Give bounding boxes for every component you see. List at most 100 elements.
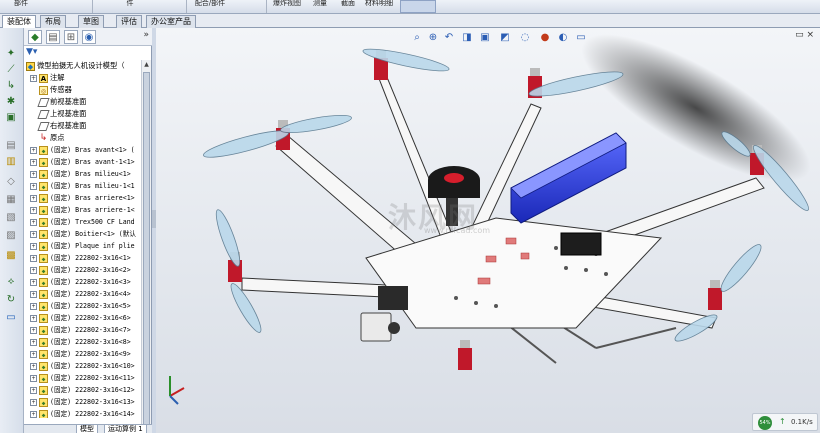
tree-component[interactable]: + ◆ (固定) 222802-3x16<11>	[30, 372, 135, 384]
expand-icon[interactable]: +	[30, 242, 37, 250]
property-manager-tab-icon[interactable]: ▤	[46, 30, 60, 44]
insert-component-icon[interactable]: ✦	[4, 48, 18, 60]
scrollbar-thumb[interactable]	[143, 72, 150, 427]
expand-icon[interactable]: +	[30, 374, 37, 382]
interference-icon[interactable]: ⟡	[4, 276, 18, 288]
expand-icon[interactable]: +	[30, 362, 37, 370]
mate-icon[interactable]: ⟋	[4, 64, 18, 76]
expand-icon[interactable]: +	[30, 302, 37, 310]
filter-icon[interactable]: ▼▾	[26, 47, 46, 59]
feature-tree-tab-icon[interactable]: ◆	[28, 30, 42, 44]
ribbon-item-mate[interactable]: 配合/部件	[194, 0, 226, 13]
explode-line-icon[interactable]: ▩	[4, 250, 18, 262]
expand-icon[interactable]: +	[30, 338, 37, 346]
bottom-tabs: 模型 运动算例 1	[24, 424, 152, 433]
tab-motion-study[interactable]: 运动算例 1	[104, 425, 147, 433]
expand-icon[interactable]: +	[30, 254, 37, 262]
tree-component[interactable]: + ◆ (固定) Plaque inf plie	[30, 240, 135, 252]
tab-assembly[interactable]: 装配体	[2, 15, 36, 29]
expand-icon[interactable]: +	[30, 266, 37, 274]
expand-icon[interactable]: +	[30, 314, 37, 322]
move-component-icon[interactable]: ▣	[4, 112, 18, 124]
configuration-manager-tab-icon[interactable]: ⊞	[64, 30, 78, 44]
tree-component[interactable]: + ◆ (固定) Trex500 CF Land	[30, 216, 135, 228]
expand-icon[interactable]: +	[30, 278, 37, 286]
tree-component[interactable]: + ◆ (固定) Bras avant-1<1>	[30, 156, 135, 168]
bom-icon[interactable]: ▧	[4, 212, 18, 224]
expand-icon[interactable]: +	[30, 170, 37, 178]
exploded-view-icon[interactable]: ▨	[4, 230, 18, 242]
clearance-icon[interactable]: ↻	[4, 294, 18, 306]
expand-icon[interactable]: +	[30, 206, 37, 214]
expand-icon[interactable]: +	[30, 182, 37, 190]
ribbon-item-measure[interactable]: 测量	[308, 0, 332, 13]
ribbon-toolbar: 部件 件 配合/部件 爆炸视图 测量 截面 材料明细	[0, 0, 820, 14]
expand-icon[interactable]: +	[30, 218, 37, 226]
tree-component[interactable]: + ◆ (固定) Bras arriere<1>	[30, 192, 135, 204]
expand-icon[interactable]: +	[30, 410, 37, 418]
tree-component[interactable]: + ◆ (固定) 222802-3x16<10>	[30, 360, 135, 372]
tab-layout[interactable]: 布局	[40, 15, 66, 28]
ribbon-active-button[interactable]	[400, 0, 436, 13]
tab-model[interactable]: 模型	[76, 425, 98, 433]
display-manager-tab-icon[interactable]: ◉	[82, 30, 96, 44]
tree-component[interactable]: + ◆ (固定) 222802-3x16<2>	[30, 264, 131, 276]
tree-component[interactable]: + ◆ (固定) 222802-3x16<3>	[30, 276, 131, 288]
coordinate-triad	[169, 376, 185, 405]
ribbon-item-parts[interactable]: 部件	[6, 0, 36, 13]
tree-component[interactable]: + ◆ (固定) 222802-3x16<5>	[30, 300, 131, 312]
show-hidden-icon[interactable]: ▤	[4, 140, 18, 152]
tree-item-origin[interactable]: ↳ 原点	[39, 132, 65, 144]
expand-icon[interactable]: +	[30, 398, 37, 406]
tab-sketch[interactable]: 草图	[78, 15, 104, 28]
expand-icon[interactable]: +	[30, 290, 37, 298]
chevron-right-icon[interactable]: »	[143, 30, 149, 40]
tree-component[interactable]: + ◆ (固定) Bras milieu-1<1	[30, 180, 135, 192]
tree-root[interactable]: ◆ 微型拍摄无人机设计模型（	[26, 60, 125, 72]
plane-icon	[37, 121, 50, 131]
tree-component[interactable]: + ◆ (固定) 222802-3x16<9>	[30, 348, 131, 360]
tree-component[interactable]: + ◆ (固定) 222802-3x16<12>	[30, 384, 135, 396]
tree-item-annotations[interactable]: + A 注解	[30, 72, 65, 84]
reference-geometry-icon[interactable]: ◇	[4, 176, 18, 188]
tree-component[interactable]: + ◆ (固定) 222802-3x16<8>	[30, 336, 131, 348]
ribbon-item-section[interactable]: 截面	[340, 0, 356, 13]
tree-component[interactable]: + ◆ (固定) 222802-3x16<13>	[30, 396, 135, 408]
assembly-feature-icon[interactable]: ▥	[4, 156, 18, 168]
expand-icon[interactable]: +	[30, 74, 37, 82]
tree-component[interactable]: + ◆ (固定) 222802-3x16<1>	[30, 252, 131, 264]
tree-scrollbar[interactable]: ▲ ▼	[141, 60, 151, 433]
tree-component[interactable]: + ◆ (固定) Bras arriere-1<	[30, 204, 135, 216]
graphics-viewport[interactable]: ⌕ ⊕ ↶ ◨ ▣ ◩ ◌ ● ◐ ▭ ▭ × 沐风网 www.mfcad.co…	[156, 28, 820, 433]
tree-item-top-plane[interactable]: 上视基准面	[37, 108, 86, 120]
tree-component[interactable]: + ◆ (固定) 222802-3x16<7>	[30, 324, 131, 336]
new-motion-icon[interactable]: ▦	[4, 194, 18, 206]
tree-component[interactable]: + ◆ (固定) 222802-3x16<14>	[30, 408, 135, 418]
tree-item-sensors[interactable]: ◎ 传感器	[39, 84, 72, 96]
instant3d-icon[interactable]: ▭	[4, 312, 18, 324]
expand-icon[interactable]: +	[30, 158, 37, 166]
expand-icon[interactable]: +	[30, 326, 37, 334]
ribbon-item-part[interactable]: 件	[120, 0, 140, 13]
propeller-blade	[215, 209, 241, 267]
tab-evaluate[interactable]: 评估	[116, 15, 142, 28]
expand-icon[interactable]: +	[30, 230, 37, 238]
tree-component[interactable]: + ◆ (固定) 222802-3x16<4>	[30, 288, 131, 300]
gimbal	[378, 286, 408, 310]
linear-pattern-icon[interactable]: ↳	[4, 80, 18, 92]
tree-component[interactable]: + ◆ (固定) Bras avant<1> (	[30, 144, 135, 156]
expand-icon[interactable]: +	[30, 146, 37, 154]
tree-component[interactable]: + ◆ (固定) Boitier<1> (默认	[30, 228, 136, 240]
expand-icon[interactable]: +	[30, 386, 37, 394]
tree-item-right-plane[interactable]: 右视基准面	[37, 120, 86, 132]
expand-icon[interactable]: +	[30, 350, 37, 358]
tree-item-front-plane[interactable]: 前视基准面	[37, 96, 86, 108]
expand-icon[interactable]: +	[30, 194, 37, 202]
ribbon-item-explode[interactable]: 爆炸视图	[270, 0, 304, 13]
tab-office-products[interactable]: 办公室产品	[146, 15, 196, 28]
tree-component[interactable]: + ◆ (固定) 222802-3x16<6>	[30, 312, 131, 324]
tree-component[interactable]: + ◆ (固定) Bras milieu<1>	[30, 168, 131, 180]
ribbon-item-bom[interactable]: 材料明细	[362, 0, 396, 13]
scroll-up-icon[interactable]: ▲	[142, 60, 151, 70]
smart-fastener-icon[interactable]: ✱	[4, 96, 18, 108]
